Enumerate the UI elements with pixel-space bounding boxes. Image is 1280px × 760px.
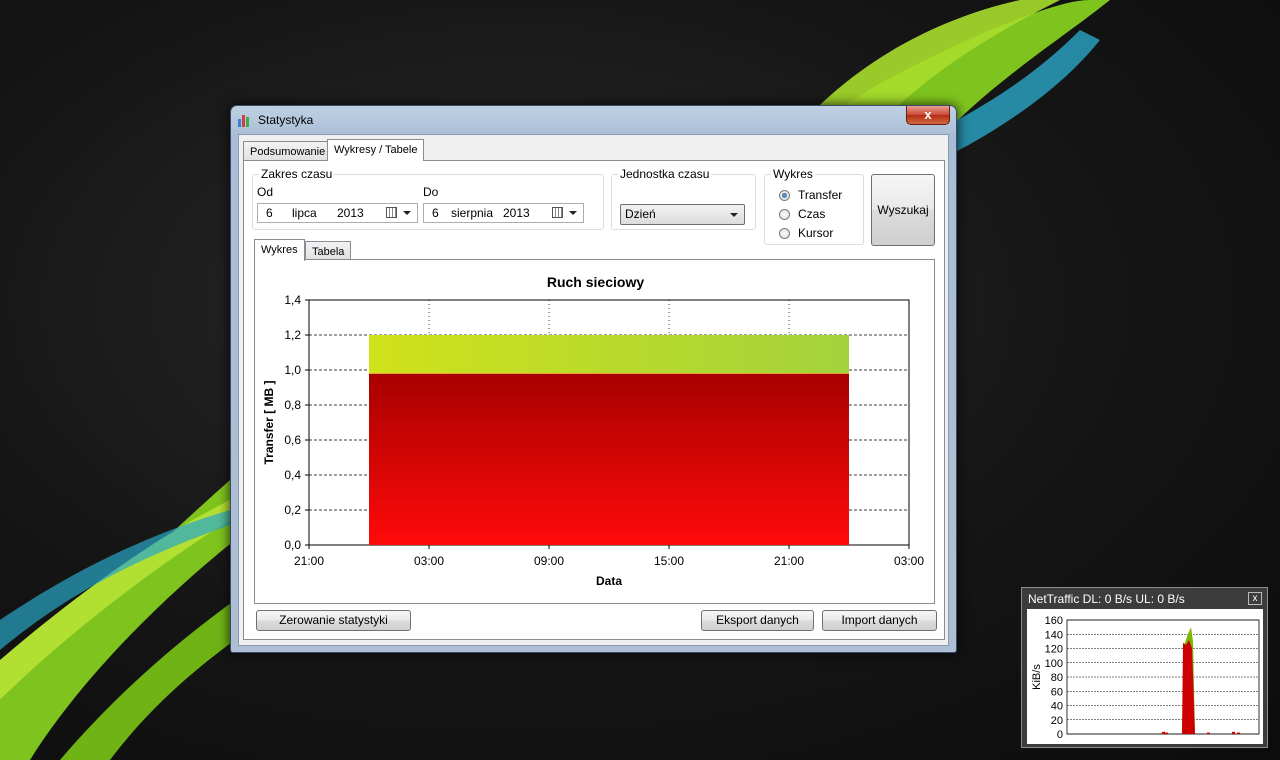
nettraffic-y-tick-label: 60	[1051, 686, 1063, 698]
y-tick-label: 0,4	[284, 468, 301, 482]
time-unit-value: Dzień	[625, 207, 656, 221]
nettraffic-graph: 0 20 40 60 80 100 120 140 160 KiB/s	[1031, 615, 1260, 741]
reset-stats-button[interactable]: Zerowanie statystyki	[256, 610, 411, 631]
chart-type-group: Wykres Transfer Czas Kursor	[764, 167, 864, 245]
nettraffic-y-tick-label: 0	[1057, 729, 1063, 741]
x-tick-label: 21:00	[774, 554, 804, 568]
radio-button-checked[interactable]	[779, 190, 790, 201]
export-data-button[interactable]: Eksport danych	[701, 610, 814, 631]
x-tick-label: 15:00	[654, 554, 684, 568]
nettraffic-y-tick-label: 20	[1051, 715, 1063, 727]
import-data-button[interactable]: Import danych	[822, 610, 937, 631]
radio-button[interactable]	[779, 209, 790, 220]
y-tick-label: 0,6	[284, 433, 301, 447]
y-tick-label: 0,0	[284, 538, 301, 552]
series-upload-area	[369, 335, 849, 374]
window-client-area: Podsumowanie Wykresy / Tabele Zakres cza…	[238, 134, 949, 646]
x-tick-label: 03:00	[414, 554, 444, 568]
chevron-down-icon[interactable]	[569, 211, 577, 215]
time-range-label: Zakres czasu	[259, 167, 335, 181]
to-month: sierpnia	[451, 206, 494, 220]
chevron-down-icon[interactable]	[403, 211, 411, 215]
to-date-picker[interactable]: 6 sierpnia 2013	[423, 203, 584, 223]
y-tick-label: 1,0	[284, 363, 301, 377]
traffic-blip	[1232, 731, 1235, 734]
traffic-blip	[1165, 732, 1168, 734]
close-button[interactable]: x	[906, 106, 950, 125]
calendar-icon[interactable]	[386, 207, 397, 218]
traffic-blip	[1162, 731, 1165, 734]
y-axis-label: Transfer [ MB ]	[262, 380, 276, 464]
tab-tabela[interactable]: Tabela	[305, 241, 352, 260]
from-label: Od	[257, 185, 274, 199]
nettraffic-title: NetTraffic DL: 0 B/s UL: 0 B/s	[1028, 592, 1185, 606]
from-date-picker[interactable]: 6 lipca 2013	[257, 203, 418, 223]
nettraffic-y-tick-label: 120	[1045, 644, 1063, 656]
time-unit-label: Jednostka czasu	[618, 167, 712, 181]
tab-wykres[interactable]: Wykres	[254, 239, 305, 261]
x-tick-label: 03:00	[894, 554, 924, 568]
to-year: 2013	[503, 206, 530, 220]
nettraffic-y-tick-label: 140	[1045, 629, 1063, 641]
nettraffic-y-tick-label: 100	[1045, 658, 1063, 670]
calendar-icon[interactable]	[552, 207, 563, 218]
chevron-down-icon[interactable]	[730, 213, 738, 217]
radio-czas-label: Czas	[798, 207, 826, 221]
chart-type-label: Wykres	[771, 167, 815, 181]
time-unit-select[interactable]: Dzień	[620, 204, 745, 225]
y-tick-label: 1,2	[284, 328, 301, 342]
time-range-group: Zakres czasu Od 6 lipca 2013 Do 6 sierpn…	[252, 167, 604, 230]
bar-chart-icon	[238, 115, 249, 127]
nettraffic-y-tick-label: 80	[1051, 672, 1063, 684]
chart-panel: Ruch sieciowy 0,0 0,2 0,4 0,6 0,8 1,0 1,2 1,4 21…	[254, 259, 935, 604]
from-day: 6	[266, 206, 273, 220]
nettraffic-widget[interactable]: NetTraffic DL: 0 B/s UL: 0 B/s x 0 20 40 60…	[1021, 587, 1268, 748]
search-button[interactable]: Wyszukaj	[871, 174, 935, 246]
to-day: 6	[432, 206, 439, 220]
y-tick-label: 0,2	[284, 503, 301, 517]
close-icon[interactable]: x	[1248, 592, 1262, 605]
time-unit-group: Jednostka czasu Dzień	[611, 167, 756, 230]
title-bar[interactable]: Statystyka x	[231, 106, 956, 134]
x-tick-label: 21:00	[294, 554, 324, 568]
tab-podsumowanie[interactable]: Podsumowanie	[243, 141, 333, 161]
statistics-window: Statystyka x Podsumowanie Wykresy / Tabe…	[230, 105, 957, 653]
window-title: Statystyka	[258, 113, 314, 127]
x-axis-label: Data	[596, 574, 622, 588]
traffic-blip	[1207, 732, 1210, 734]
tab-wykresy-tabele[interactable]: Wykresy / Tabele	[327, 139, 425, 161]
tab-panel: Zakres czasu Od 6 lipca 2013 Do 6 sierpn…	[243, 160, 945, 640]
radio-transfer-label: Transfer	[798, 188, 843, 202]
to-label: Do	[423, 185, 439, 199]
y-tick-label: 1,4	[284, 293, 301, 307]
from-month: lipca	[292, 206, 317, 220]
nettraffic-y-tick-label: 160	[1045, 615, 1063, 627]
nettraffic-y-axis-label: KiB/s	[1031, 664, 1043, 690]
nettraffic-graph-area: 0 20 40 60 80 100 120 140 160 KiB/s	[1027, 609, 1263, 744]
from-year: 2013	[337, 206, 364, 220]
radio-button[interactable]	[779, 228, 790, 239]
nettraffic-y-tick-label: 40	[1051, 701, 1063, 713]
transfer-chart: 0,0 0,2 0,4 0,6 0,8 1,0 1,2 1,4 21:00 03:00 09:00 1…	[262, 293, 924, 588]
series-download-area	[369, 373, 849, 545]
y-tick-label: 0,8	[284, 398, 301, 412]
radio-kursor-label: Kursor	[798, 226, 834, 240]
x-tick-label: 09:00	[534, 554, 564, 568]
traffic-blip	[1237, 732, 1240, 734]
